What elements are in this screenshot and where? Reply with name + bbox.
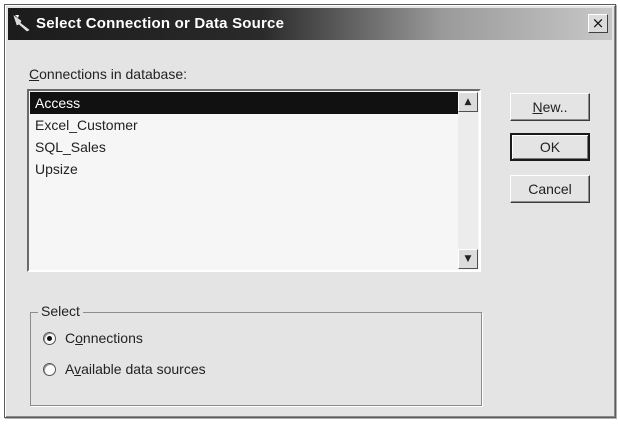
list-item-excel-customer[interactable]: Excel_Customer (30, 114, 458, 136)
arrow-down-icon: ▼ (464, 254, 472, 264)
radio-available-label-end: ailable data sources (81, 361, 206, 377)
close-button[interactable]: × (588, 14, 608, 33)
new-button-accel: N (532, 99, 543, 115)
connections-label-accel: C (29, 66, 40, 82)
list-item-upsize[interactable]: Upsize (30, 158, 458, 180)
list-item-access[interactable]: Access (30, 92, 458, 114)
connections-list: Access Excel_Customer SQL_Sales Upsize (30, 92, 458, 269)
select-groupbox (30, 312, 482, 406)
radio-available-label-start: A (65, 361, 75, 377)
radio-button-checked[interactable] (43, 332, 56, 345)
radio-connections-accel: o (75, 330, 83, 346)
cancel-button[interactable]: Cancel (510, 175, 590, 203)
radio-button-unchecked[interactable] (43, 363, 56, 376)
connections-label-text: onnections in database: (39, 66, 188, 82)
radio-connections-label: Connections (65, 330, 143, 346)
list-item-sql-sales[interactable]: SQL_Sales (30, 136, 458, 158)
close-icon: × (591, 14, 605, 32)
radio-connections-label-start: C (65, 330, 76, 346)
new-button[interactable]: New.. (510, 93, 590, 121)
connections-listbox[interactable]: Access Excel_Customer SQL_Sales Upsize ▲… (27, 89, 481, 272)
select-connection-dialog: Select Connection or Data Source × Conne… (4, 4, 616, 418)
scroll-down-button[interactable]: ▼ (458, 249, 478, 269)
connections-label: Connections in database: (29, 66, 187, 82)
vertical-scrollbar[interactable]: ▲ ▼ (458, 92, 478, 269)
radio-dot (47, 336, 52, 341)
scroll-up-button[interactable]: ▲ (458, 92, 478, 112)
select-group-title: Select (38, 303, 83, 319)
ok-button[interactable]: OK (510, 133, 590, 161)
radio-connections-label-end: nnections (82, 330, 143, 346)
radio-available-label: Available data sources (65, 361, 206, 377)
wand-app-icon (13, 15, 30, 32)
new-button-label: ew.. (542, 99, 568, 115)
title-bar[interactable]: Select Connection or Data Source × (8, 8, 612, 40)
arrow-up-icon: ▲ (464, 97, 472, 107)
dialog-title: Select Connection or Data Source (36, 15, 285, 32)
